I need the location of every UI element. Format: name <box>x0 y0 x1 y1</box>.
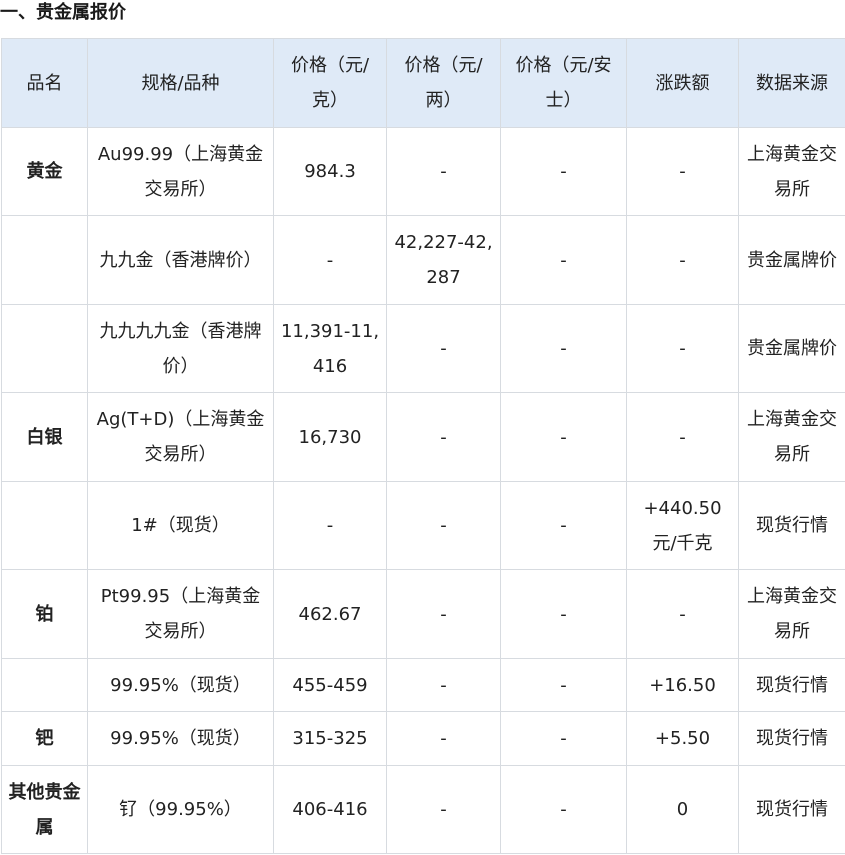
table-row: 99.95%（现货） 455-459 - - +16.50 现货行情 <box>1 658 845 712</box>
header-change: 涨跌额 <box>626 38 739 128</box>
row-category: 铂 <box>1 569 88 659</box>
table-row: 1#（现货） - - - +440.50元/千克 现货行情 <box>1 481 845 570</box>
row-spec: 九九金（香港牌价） <box>87 215 274 305</box>
row-change: 0 <box>626 765 739 854</box>
row-price-gram: 16,730 <box>273 392 387 482</box>
table-row: 九九金（香港牌价） - 42,227-42,287 - - 贵金属牌价 <box>1 215 845 305</box>
row-price-gram: 11,391-11,416 <box>273 304 387 393</box>
row-price-gram: - <box>273 215 387 305</box>
table-header-row: 品名 规格/品种 价格（元/克） 价格（元/两） 价格（元/安士） 涨跌额 数据… <box>1 38 845 128</box>
row-price-tael: - <box>386 711 501 766</box>
section-title: 一、贵金属报价 <box>0 2 126 23</box>
table-row: 其他贵金属 钌（99.95%） 406-416 - - 0 现货行情 <box>1 765 845 854</box>
table-row: 黄金 Au99.99（上海黄金交易所） 984.3 - - - 上海黄金交易所 <box>1 127 845 216</box>
row-spec: Au99.99（上海黄金交易所） <box>87 127 274 216</box>
row-change: +16.50 <box>626 658 739 712</box>
row-price-tael: 42,227-42,287 <box>386 215 501 305</box>
row-source: 上海黄金交易所 <box>738 127 845 216</box>
row-source: 上海黄金交易所 <box>738 392 845 482</box>
row-change: +5.50 <box>626 711 739 766</box>
row-price-ounce: - <box>500 569 627 659</box>
row-price-tael: - <box>386 127 501 216</box>
header-price-per-gram: 价格（元/克） <box>273 38 387 128</box>
row-price-tael: - <box>386 765 501 854</box>
row-price-ounce: - <box>500 711 627 766</box>
table-row: 九九九九金（香港牌价） 11,391-11,416 - - - 贵金属牌价 <box>1 304 845 393</box>
row-price-gram: 406-416 <box>273 765 387 854</box>
row-price-ounce: - <box>500 215 627 305</box>
row-source: 现货行情 <box>738 658 845 712</box>
row-category: 白银 <box>1 392 88 482</box>
row-category <box>1 304 88 393</box>
row-price-gram: 462.67 <box>273 569 387 659</box>
header-price-per-tael: 价格（元/两） <box>386 38 501 128</box>
row-price-gram: 315-325 <box>273 711 387 766</box>
row-price-tael: - <box>386 304 501 393</box>
row-change: - <box>626 127 739 216</box>
row-change: - <box>626 215 739 305</box>
row-spec: 九九九九金（香港牌价） <box>87 304 274 393</box>
row-price-tael: - <box>386 658 501 712</box>
row-change: - <box>626 569 739 659</box>
table-row: 钯 99.95%（现货） 315-325 - - +5.50 现货行情 <box>1 711 845 766</box>
row-spec: 钌（99.95%） <box>87 765 274 854</box>
row-price-gram: 984.3 <box>273 127 387 216</box>
row-category <box>1 658 88 712</box>
row-spec: Ag(T+D)（上海黄金交易所） <box>87 392 274 482</box>
row-source: 现货行情 <box>738 711 845 766</box>
row-price-tael: - <box>386 481 501 570</box>
row-category: 钯 <box>1 711 88 766</box>
table-row: 白银 Ag(T+D)（上海黄金交易所） 16,730 - - - 上海黄金交易所 <box>1 392 845 482</box>
row-price-ounce: - <box>500 765 627 854</box>
row-source: 现货行情 <box>738 765 845 854</box>
row-spec: 99.95%（现货） <box>87 658 274 712</box>
row-source: 贵金属牌价 <box>738 215 845 305</box>
row-category <box>1 481 88 570</box>
row-source: 上海黄金交易所 <box>738 569 845 659</box>
row-change: - <box>626 392 739 482</box>
row-category <box>1 215 88 305</box>
header-price-per-ounce: 价格（元/安士） <box>500 38 627 128</box>
row-change: - <box>626 304 739 393</box>
row-spec: 99.95%（现货） <box>87 711 274 766</box>
row-change: +440.50元/千克 <box>626 481 739 570</box>
precious-metals-price-table: 品名 规格/品种 价格（元/克） 价格（元/两） 价格（元/安士） 涨跌额 数据… <box>1 38 845 854</box>
row-spec: 1#（现货） <box>87 481 274 570</box>
row-price-tael: - <box>386 569 501 659</box>
row-category: 黄金 <box>1 127 88 216</box>
row-price-ounce: - <box>500 127 627 216</box>
row-price-ounce: - <box>500 658 627 712</box>
header-product-name: 品名 <box>1 38 88 128</box>
row-price-tael: - <box>386 392 501 482</box>
row-price-gram: - <box>273 481 387 570</box>
row-price-ounce: - <box>500 392 627 482</box>
row-source: 现货行情 <box>738 481 845 570</box>
header-spec: 规格/品种 <box>87 38 274 128</box>
row-price-ounce: - <box>500 481 627 570</box>
header-source: 数据来源 <box>738 38 845 128</box>
row-price-gram: 455-459 <box>273 658 387 712</box>
row-price-ounce: - <box>500 304 627 393</box>
row-source: 贵金属牌价 <box>738 304 845 393</box>
table-row: 铂 Pt99.95（上海黄金交易所） 462.67 - - - 上海黄金交易所 <box>1 569 845 659</box>
row-category: 其他贵金属 <box>1 765 88 854</box>
row-spec: Pt99.95（上海黄金交易所） <box>87 569 274 659</box>
